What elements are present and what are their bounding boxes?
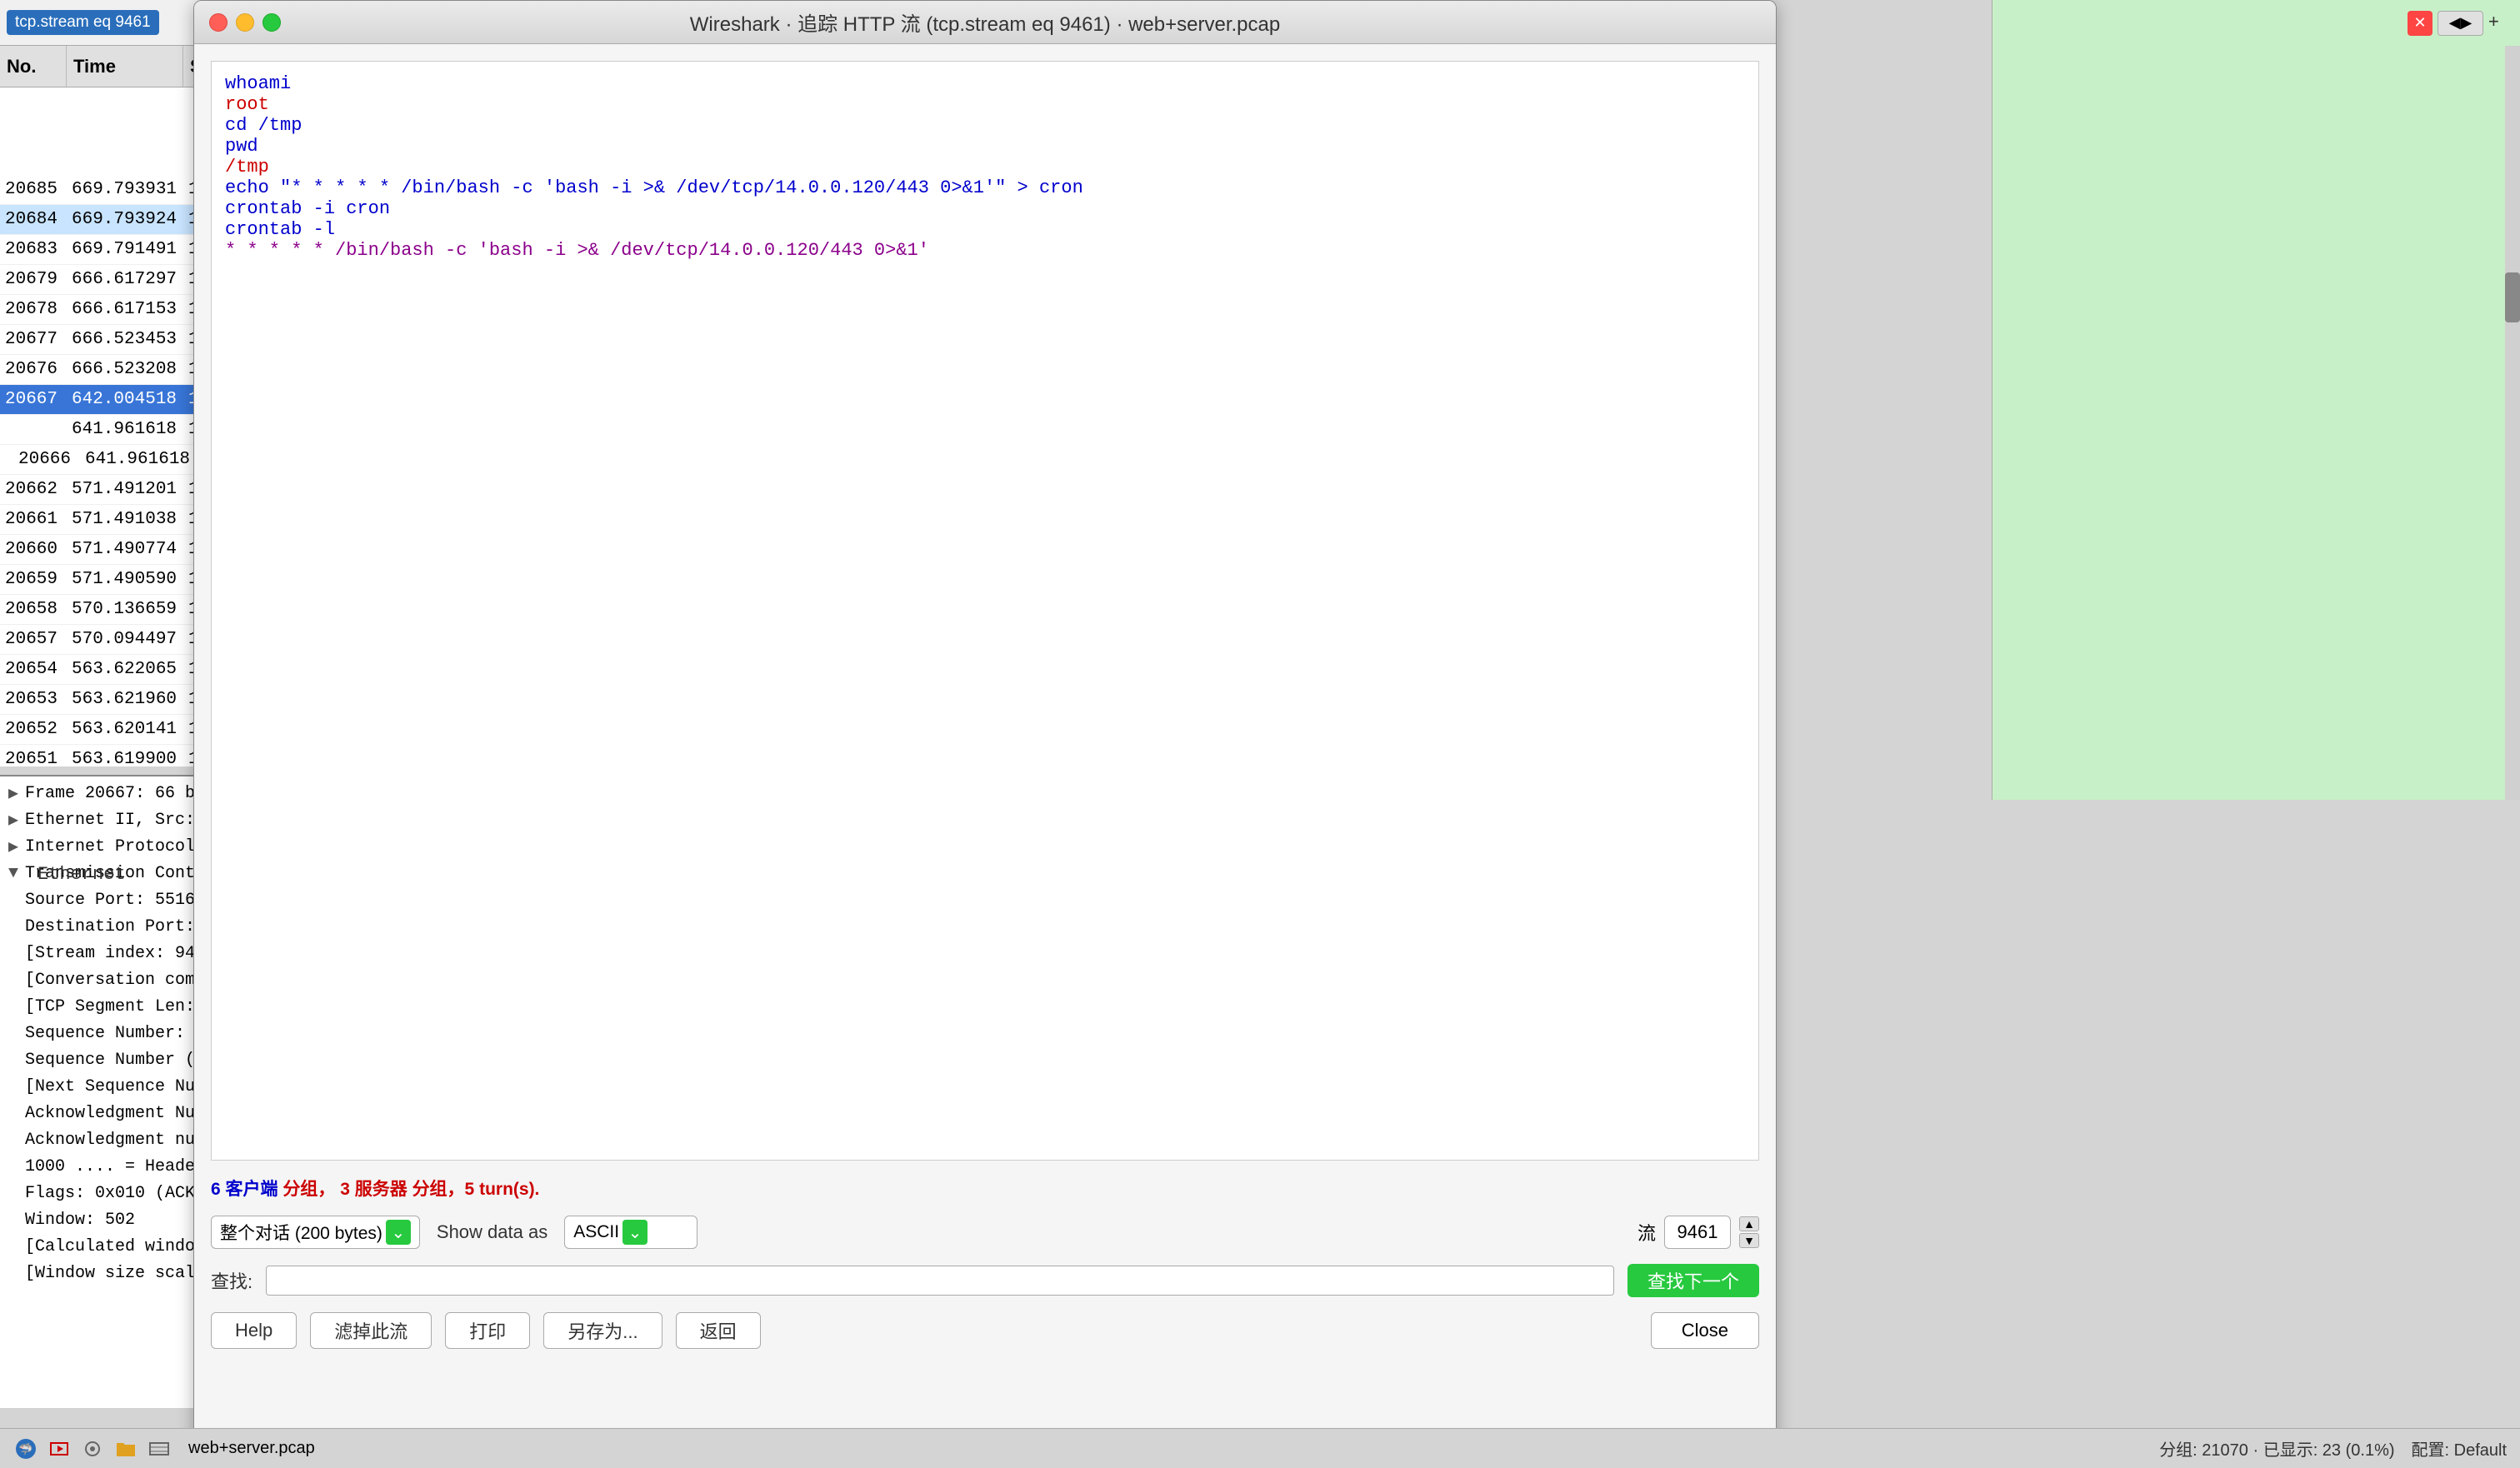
nav-prev-button[interactable]: ◀▶ [2438,11,2483,36]
col-header-time: Time [67,46,183,87]
stream-selector: 流 ▲ ▼ [1638,1216,1759,1249]
status-icons: 🦈 [13,1436,172,1461]
stream-decrement-button[interactable]: ▼ [1739,1233,1759,1248]
status-filename: web+server.pcap [188,1439,315,1458]
col-header-no: No. [0,46,67,87]
conversation-dropdown[interactable]: 整个对话 (200 bytes) ⌄ [211,1216,420,1249]
stream-label: 流 [1638,1219,1656,1246]
filter-badge[interactable]: tcp.stream eq 9461 [7,10,159,35]
dialog-titlebar: Wireshark · 追踪 HTTP 流 (tcp.stream eq 946… [194,1,1776,44]
stream-content: whoami root cd /tmp pwd /tmp echo "* * *… [211,61,1759,1161]
expand-icon: ▼ [8,864,22,883]
detail-text: Window: 502 [25,1211,135,1230]
right-panel-toolbar: ✕ ◀▶ + [1992,0,2520,46]
search-input[interactable] [266,1266,1614,1296]
content-line: /tmp [225,157,1745,177]
settings-icon [80,1436,105,1461]
ascii-dropdown-arrow-icon: ⌄ [622,1220,648,1245]
ethernet-label: Ethernet [38,864,126,885]
list-icon [147,1436,172,1461]
dropdown-arrow-icon: ⌄ [386,1220,411,1245]
content-line: whoami [225,73,1745,94]
controls-bar: 整个对话 (200 bytes) ⌄ Show data as ASCII ⌄ … [211,1207,1759,1257]
search-label: 查找: [211,1267,252,1294]
shark-icon: 🦈 [13,1436,38,1461]
help-button[interactable]: Help [211,1312,297,1349]
status-info: 分组: 21070 · 已显示: 23 (0.1%) [2159,1436,2394,1461]
status-divider: 分组， [282,1180,335,1199]
save-as-button[interactable]: 另存为... [543,1312,662,1349]
close-button[interactable]: Close [1651,1312,1759,1349]
status-profile: 配置: Default [2412,1436,2507,1461]
conversation-label: 整个对话 (200 bytes) [220,1220,382,1245]
show-data-label: Show data as [437,1221,548,1243]
close-red-button[interactable]: ✕ [2408,11,2432,36]
server-groups: 3 服务器 [340,1180,408,1199]
bottom-bar: Help 滤掉此流 打印 另存为... 返回 Close [211,1304,1759,1357]
dialog-window: Wireshark · 追踪 HTTP 流 (tcp.stream eq 946… [193,0,1777,1468]
content-line: echo "* * * * * /bin/bash -c 'bash -i >&… [225,177,1745,198]
stream-increment-button[interactable]: ▲ [1739,1216,1759,1231]
filter-stream-button[interactable]: 滤掉此流 [310,1312,432,1349]
maximize-traffic-light[interactable] [262,13,281,32]
capture-icon [47,1436,72,1461]
scrollbar-thumb[interactable] [2505,272,2520,322]
back-button[interactable]: 返回 [676,1312,761,1349]
titlebar-controls [209,13,281,32]
search-bar: 查找: 查找下一个 [211,1257,1759,1304]
add-button[interactable]: + [2488,11,2513,36]
status-bar: 🦈 web+server.pcap 分组: 21070 · 已显示: 23 (0… [0,1428,2520,1468]
dialog-title: Wireshark · 追踪 HTTP 流 (tcp.stream eq 946… [690,7,1280,37]
close-traffic-light[interactable] [209,13,228,32]
svg-text:🦈: 🦈 [18,1442,32,1456]
content-line: crontab -l [225,219,1745,240]
expand-icon: ▶ [8,809,22,831]
content-line: pwd [225,136,1745,157]
right-scrollbar[interactable] [2505,46,2520,800]
find-next-button[interactable]: 查找下一个 [1628,1264,1759,1297]
content-line: * * * * * /bin/bash -c 'bash -i >& /dev/… [225,240,1745,261]
client-groups: 6 客户端 [211,1180,278,1199]
right-panel: ✕ ◀▶ + [1992,0,2520,800]
detail-text: Flags: 0x010 (ACK) [25,1184,205,1203]
minimize-traffic-light[interactable] [236,13,254,32]
stream-number-input[interactable] [1664,1216,1731,1249]
content-line: root [225,94,1745,115]
expand-icon: ▶ [8,782,22,804]
expand-icon: ▶ [8,836,22,857]
folder-icon [113,1436,138,1461]
status-turns: 分组，5 turn(s). [412,1180,540,1199]
ascii-dropdown[interactable]: ASCII ⌄ [564,1216,698,1249]
detail-text: Source Port: 55162 [25,891,205,910]
right-content [1992,46,2520,800]
content-line: crontab -i cron [225,198,1745,219]
ascii-label: ASCII [573,1222,619,1242]
print-button[interactable]: 打印 [445,1312,530,1349]
content-line: cd /tmp [225,115,1745,136]
stream-status: 6 客户端 分组， 3 服务器 分组，5 turn(s). [211,1169,1759,1207]
